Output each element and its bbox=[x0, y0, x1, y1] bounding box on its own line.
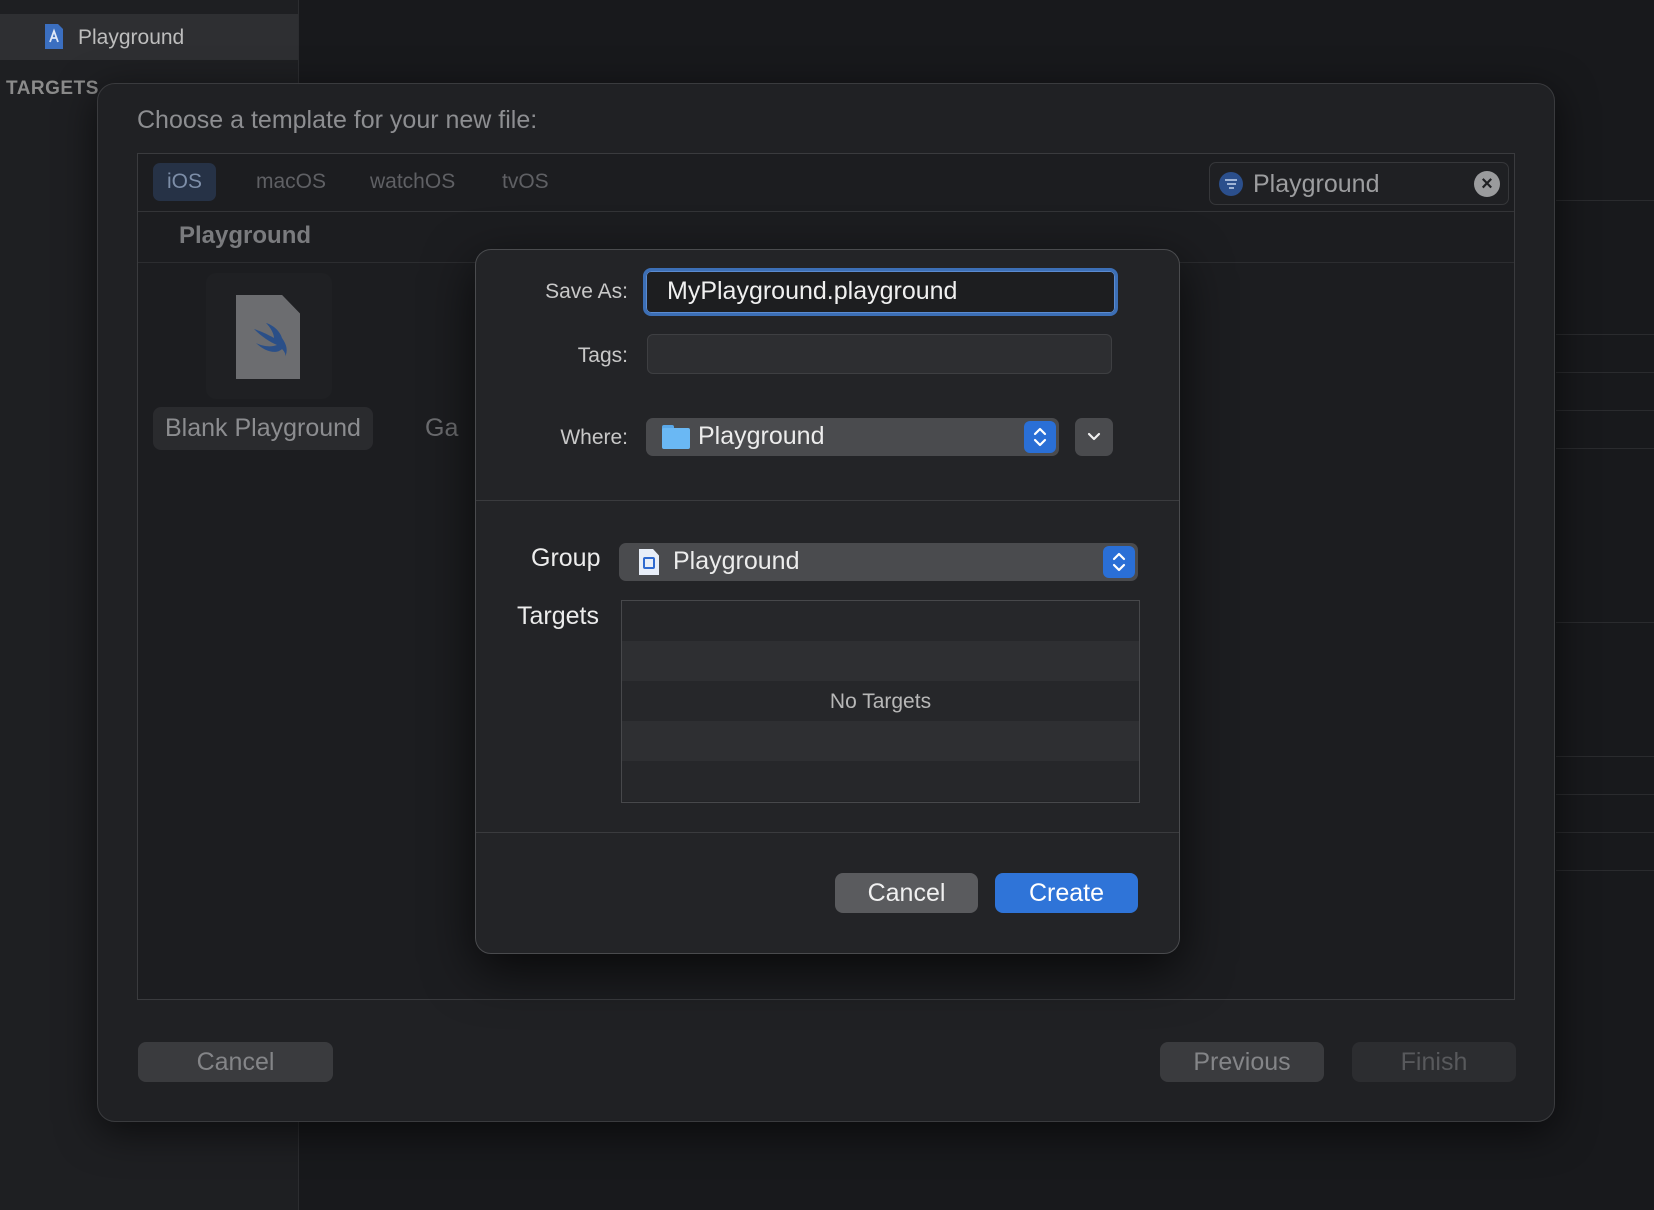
expand-button[interactable] bbox=[1075, 418, 1113, 456]
group-popup[interactable]: Playground bbox=[619, 543, 1138, 581]
where-label: Where: bbox=[560, 426, 628, 449]
platform-tab-bar: iOS macOS watchOS tvOS Playground × bbox=[138, 154, 1514, 212]
previous-button[interactable]: Previous bbox=[1160, 1042, 1324, 1082]
divider bbox=[1556, 410, 1654, 411]
group-value: Playground bbox=[673, 547, 800, 575]
where-popup[interactable]: Playground bbox=[646, 418, 1059, 456]
list-row bbox=[622, 721, 1139, 761]
finish-button[interactable]: Finish bbox=[1352, 1042, 1516, 1082]
sidebar-item-label: Playground bbox=[78, 26, 185, 49]
group-label: Group bbox=[531, 544, 601, 572]
playground-file-icon bbox=[236, 295, 300, 379]
divider bbox=[476, 832, 1179, 833]
sheet-cancel-button[interactable]: Cancel bbox=[138, 1042, 333, 1082]
list-row bbox=[622, 601, 1139, 641]
tab-macos[interactable]: macOS bbox=[242, 163, 340, 201]
divider bbox=[1556, 448, 1654, 449]
filter-text: Playground bbox=[1253, 170, 1380, 198]
tab-tvos[interactable]: tvOS bbox=[488, 163, 563, 201]
sidebar-item-playground[interactable]: Playground bbox=[0, 14, 298, 60]
filter-icon bbox=[1219, 172, 1243, 196]
divider bbox=[1556, 372, 1654, 373]
targets-section-header: TARGETS bbox=[6, 78, 99, 99]
save-as-field[interactable]: MyPlayground.playground bbox=[643, 268, 1118, 316]
swift-icon bbox=[254, 323, 287, 357]
tab-watchos[interactable]: watchOS bbox=[356, 163, 469, 201]
create-button[interactable]: Create bbox=[995, 873, 1138, 913]
divider bbox=[1556, 832, 1654, 833]
filter-field[interactable]: Playground × bbox=[1209, 162, 1509, 205]
stepper-icon bbox=[1103, 546, 1135, 578]
template-label[interactable]: Blank Playground bbox=[153, 407, 373, 450]
tab-ios[interactable]: iOS bbox=[153, 163, 217, 201]
divider bbox=[476, 500, 1179, 501]
divider bbox=[1556, 200, 1654, 201]
sheet-title: Choose a template for your new file: bbox=[137, 106, 538, 134]
empty-state-text: No Targets bbox=[829, 690, 932, 713]
template-blank-playground[interactable] bbox=[206, 273, 332, 399]
divider bbox=[1556, 334, 1654, 335]
where-value: Playground bbox=[698, 422, 825, 450]
list-row bbox=[622, 761, 1139, 801]
section-title: Playground bbox=[179, 222, 312, 249]
list-row bbox=[622, 641, 1139, 681]
divider bbox=[1556, 756, 1654, 757]
cancel-button[interactable]: Cancel bbox=[835, 873, 978, 913]
targets-label: Targets bbox=[517, 602, 599, 630]
clear-icon[interactable]: × bbox=[1474, 171, 1500, 197]
save-as-value: MyPlayground.playground bbox=[667, 277, 958, 305]
divider bbox=[1556, 870, 1654, 871]
save-panel: Save As: MyPlayground.playground Tags: W… bbox=[475, 249, 1180, 954]
targets-list[interactable]: No Targets bbox=[621, 600, 1140, 803]
disclosure-chevron-icon bbox=[1087, 432, 1101, 441]
project-file-icon bbox=[45, 24, 63, 49]
save-as-label: Save As: bbox=[545, 280, 628, 303]
tags-field[interactable] bbox=[647, 334, 1112, 374]
template-label[interactable]: Ga bbox=[425, 414, 458, 443]
project-file-icon bbox=[639, 549, 659, 575]
divider bbox=[1556, 622, 1654, 623]
divider bbox=[1556, 794, 1654, 795]
stepper-icon bbox=[1024, 421, 1056, 453]
tags-label: Tags: bbox=[577, 344, 628, 367]
folder-icon bbox=[662, 425, 690, 449]
